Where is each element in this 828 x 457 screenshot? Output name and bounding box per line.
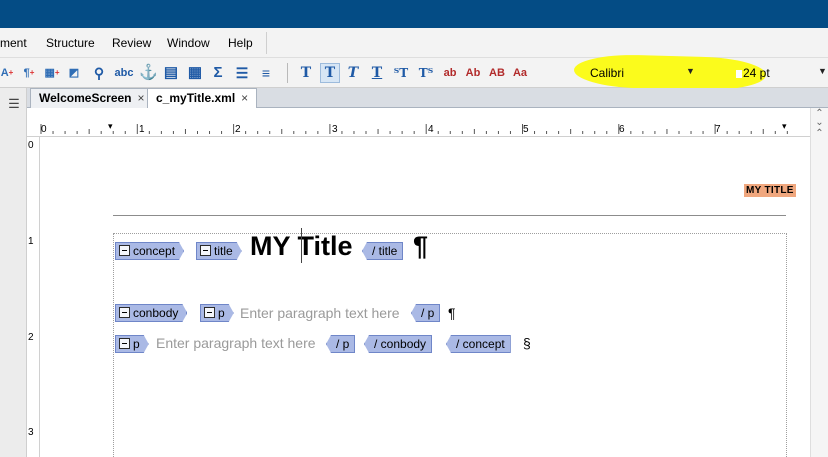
hamburger-menu-icon[interactable]: ☰	[4, 96, 24, 112]
header-divider	[113, 215, 786, 216]
style-plain-button[interactable]: T	[298, 64, 314, 82]
left-panel: ☰	[0, 88, 27, 457]
superscript-button[interactable]: ᵀT	[392, 64, 410, 82]
ruler-number: 3	[332, 124, 338, 135]
table-insert-icon[interactable]: ▦+	[44, 64, 60, 82]
horizontal-ruler: 0 1 2 3 4 5 6 7 ▾ ▾	[27, 121, 810, 137]
tag-title-open[interactable]: title	[196, 242, 242, 260]
tag-label: p	[218, 306, 225, 320]
vruler-number: 2	[28, 332, 34, 343]
tag-p-open[interactable]: p	[200, 304, 234, 322]
ruler-number: 6	[619, 124, 625, 135]
toolbar-separator	[287, 63, 288, 83]
menu-review[interactable]: Review	[112, 36, 151, 50]
collapse-icon[interactable]	[119, 245, 130, 256]
menu-bar: ment Structure Review Window Help	[0, 28, 828, 58]
ruler-number: 7	[715, 124, 721, 135]
image-insert-icon[interactable]: ◩	[66, 64, 82, 82]
vruler-number: 3	[28, 427, 34, 438]
sentencecase-button[interactable]: Aa	[511, 64, 529, 82]
menu-separator	[266, 32, 267, 54]
section-mark: §	[523, 335, 531, 351]
tag-conbody-open[interactable]: conbody	[115, 304, 187, 322]
menu-document[interactable]: ment	[0, 36, 27, 50]
subscript-button[interactable]: Tᵀ	[417, 64, 435, 82]
uppercase-button[interactable]: AB	[488, 64, 506, 82]
menu-structure[interactable]: Structure	[46, 36, 95, 50]
lowercase-button[interactable]: ab	[442, 64, 458, 82]
vertical-scrollbar[interactable]: ⌃ ⌄ ⌃	[810, 108, 828, 457]
tab-welcome-screen[interactable]: WelcomeScreen ×	[30, 88, 154, 108]
tag-concept-close[interactable]: / concept	[446, 335, 511, 353]
tag-label: title	[214, 244, 233, 258]
tag-p-open[interactable]: p	[115, 335, 149, 353]
font-size-select[interactable]: 24 pt	[743, 66, 770, 80]
right-indent-marker-icon[interactable]: ▾	[782, 121, 787, 132]
chevron-down-icon[interactable]: ▼	[686, 66, 695, 76]
tag-p-close[interactable]: / p	[411, 304, 441, 322]
text-caret	[301, 228, 302, 263]
numbered-list-icon[interactable]: ≡	[258, 64, 274, 82]
tag-p-close[interactable]: / p	[326, 335, 356, 353]
font-family-select[interactable]: Calibri	[590, 66, 624, 80]
style-bold-button[interactable]: T	[320, 63, 340, 83]
paragraph-placeholder[interactable]: Enter paragraph text here	[240, 305, 400, 321]
xref-icon[interactable]: A+	[0, 64, 14, 82]
editor-tab-bar: WelcomeScreen × c_myTitle.xml ×	[27, 88, 828, 109]
collapse-icon[interactable]	[200, 245, 211, 256]
style-italic-button[interactable]: T	[345, 64, 361, 82]
tag-label: concept	[133, 244, 176, 258]
pilcrow-mark: ¶	[448, 305, 456, 321]
tab-label: WelcomeScreen	[39, 91, 132, 105]
tag-label: conbody	[133, 306, 179, 320]
vruler-number: 1	[28, 236, 34, 247]
collapse-icon[interactable]	[119, 307, 130, 318]
text-block-icon[interactable]: ▤	[163, 64, 179, 82]
ruler-number: 1	[139, 124, 145, 135]
menu-help[interactable]: Help	[228, 36, 253, 50]
collapse-icon[interactable]	[204, 307, 215, 318]
running-header: MY TITLE	[744, 184, 796, 197]
tag-label: p	[133, 337, 140, 351]
tag-concept-open[interactable]: concept	[115, 242, 184, 260]
list-icon[interactable]: ☰	[234, 64, 250, 82]
scroll-up-icon[interactable]: ⌃	[813, 128, 826, 140]
menu-window[interactable]: Window	[167, 36, 210, 50]
close-icon[interactable]: ×	[138, 89, 145, 107]
sigma-icon[interactable]: Σ	[210, 64, 226, 82]
collapse-icon[interactable]	[119, 338, 130, 349]
tab-label: c_myTitle.xml	[156, 91, 236, 105]
left-indent-marker-icon[interactable]: ▾	[108, 121, 113, 132]
find-icon[interactable]: ⚲	[91, 64, 107, 82]
paragraph-insert-icon[interactable]: ¶+	[22, 64, 36, 82]
style-underline-button[interactable]: T	[369, 64, 385, 82]
tag-conbody-close[interactable]: / conbody	[364, 335, 433, 353]
vertical-ruler: 0 1 2 3	[27, 137, 40, 457]
table-icon[interactable]: ▦	[187, 64, 203, 82]
close-icon[interactable]: ×	[241, 89, 248, 107]
vruler-number: 0	[28, 140, 34, 151]
ruler-number: 5	[523, 124, 529, 135]
window-title-bar	[0, 0, 828, 28]
ruler-number: 2	[235, 124, 241, 135]
paragraph-placeholder[interactable]: Enter paragraph text here	[156, 335, 316, 351]
chevron-down-icon[interactable]: ▼	[818, 66, 827, 76]
tag-title-close[interactable]: / title	[362, 242, 404, 260]
font-size-swatch	[736, 70, 742, 78]
anchor-icon[interactable]: ⚓	[139, 64, 158, 82]
tab-c-mytitle[interactable]: c_myTitle.xml ×	[147, 88, 258, 109]
ruler-number: 0	[41, 124, 47, 135]
pilcrow-mark: ¶	[413, 231, 429, 261]
ruler-number: 4	[428, 124, 434, 135]
titlecase-button[interactable]: Ab	[465, 64, 481, 82]
spellcheck-icon[interactable]: abc	[114, 64, 134, 82]
